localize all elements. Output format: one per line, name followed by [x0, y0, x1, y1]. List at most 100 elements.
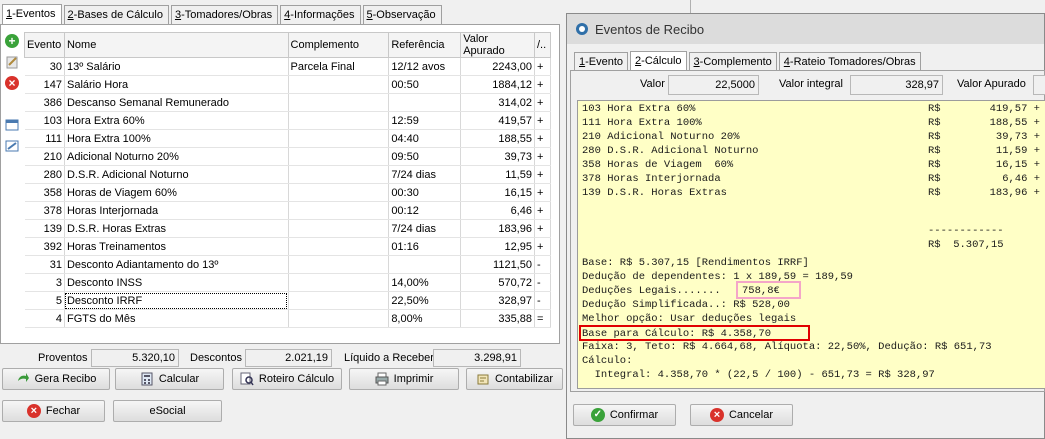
table-row[interactable]: 358 Horas de Viagem 60% 00:30 16,15 + [24, 183, 552, 202]
table-row[interactable]: 139 D.S.R. Horas Extras 7/24 dias 183,96 + [24, 219, 552, 238]
report-search-icon [240, 372, 254, 386]
table-row[interactable]: 280 D.S.R. Adicional Noturno 7/24 dias 11,5… [24, 165, 552, 184]
cell-evento: 30 [24, 57, 65, 76]
imprimir-button[interactable]: Imprimir [349, 368, 459, 390]
cell-evento: 280 [24, 165, 65, 184]
cell-complemento [288, 219, 390, 238]
cell-sinal: + [534, 165, 552, 184]
calc-item-currency: R$ [928, 117, 941, 129]
table-row[interactable]: 386 Descanso Semanal Remunerado 314,02 + [24, 93, 552, 112]
cell-complemento [288, 255, 390, 274]
cell-valor: 11,59 [460, 165, 535, 184]
esocial-button[interactable]: eSocial [113, 400, 222, 422]
col-nome[interactable]: Nome [63, 32, 289, 58]
cell-nome: Hora Extra 100% [64, 129, 289, 148]
tab-tomadores-obras[interactable]: 3-Tomadores/Obras [170, 5, 279, 24]
calc-dependentes: Dedução de dependentes: 1 x 189,59 = 189… [582, 271, 853, 283]
calc-item-currency: R$ [928, 187, 941, 199]
cell-nome: FGTS do Mês [64, 309, 289, 328]
tab-informacoes[interactable]: 4-Informações [280, 5, 361, 24]
tab-bases-calculo[interactable]: 2-Bases de Cálculo [63, 5, 169, 24]
cell-valor: 1884,12 [460, 75, 535, 94]
tab-calculo[interactable]: 2-Cálculo [630, 51, 687, 71]
tab-rateio[interactable]: 4-Rateio Tomadores/Obras [778, 52, 921, 71]
valor-field[interactable]: 22,5000 [668, 75, 759, 95]
calc-melhor-opcao: Melhor opção: Usar deduções legais [582, 313, 797, 325]
valor-label: Valor [640, 78, 665, 90]
calc-item-currency: R$ [928, 173, 941, 185]
liquido-value: 3.298,91 [433, 349, 521, 367]
table-row[interactable]: 5 Desconto IRRF 22,50% 328,97- [24, 291, 552, 310]
calc-deducoes-legais-value: 758,8€ [736, 281, 801, 299]
valor-integral-field[interactable]: 328,97 [850, 75, 943, 95]
cell-sinal: + [534, 219, 552, 238]
cell-nome: Horas de Viagem 60% [64, 183, 289, 202]
calc-item-desc: 280 D.S.R. Adicional Noturno [582, 145, 759, 157]
cell-valor: 570,72 [460, 273, 535, 292]
cell-referencia: 00:50 [388, 75, 462, 94]
cell-complemento [288, 75, 390, 94]
confirmar-button[interactable]: ✓ Confirmar [573, 404, 676, 426]
calc-item-amount: 188,55 + [989, 117, 1040, 129]
table-row[interactable]: 3 Desconto INSS 14,00% 570,72- [24, 273, 552, 292]
calc-item-amount: 6,46 + [1002, 173, 1040, 185]
table-row[interactable]: 392 Horas Treinamentos 01:16 12,95 + [24, 237, 552, 256]
cell-sinal: + [534, 183, 552, 202]
calc-item-amount: 11,59 + [995, 145, 1040, 157]
table-row[interactable]: 30 13º Salário Parcela Final 12/12 avos 2243… [24, 57, 552, 76]
gera-recibo-button[interactable]: Gera Recibo [2, 368, 110, 390]
table-row[interactable]: 210 Adicional Noturno 20% 09:50 39,73 + [24, 147, 552, 166]
cell-nome: D.S.R. Horas Extras [64, 219, 289, 238]
cell-complemento [288, 129, 390, 148]
fechar-button[interactable]: × Fechar [2, 400, 105, 422]
calc-item-amount: 419,57 + [989, 103, 1040, 115]
cell-referencia: 00:12 [388, 201, 462, 220]
view-tool-button[interactable] [3, 116, 21, 134]
calc-item-currency: R$ [928, 145, 941, 157]
cell-sinal: + [534, 237, 552, 256]
cell-sinal: + [534, 93, 552, 112]
cell-nome: Salário Hora [64, 75, 289, 94]
plus-icon: + [5, 34, 19, 48]
calcular-button[interactable]: Calcular [115, 368, 224, 390]
table-row[interactable]: 147 Salário Hora 00:50 1884,12 + [24, 75, 552, 94]
add-event-button[interactable]: + [3, 32, 21, 50]
roteiro-calculo-button[interactable]: Roteiro Cálculo [232, 368, 342, 390]
tab-observacao[interactable]: 5-Observação [362, 5, 442, 24]
table-row[interactable]: 111 Hora Extra 100% 04:40 188,55 + [24, 129, 552, 148]
delete-event-button[interactable]: × [3, 74, 21, 92]
calc-item-currency: R$ [928, 131, 941, 143]
descontos-label: Descontos [190, 352, 242, 364]
calc-item-desc: 378 Horas Interjornada [582, 173, 721, 185]
col-referencia[interactable]: Referência [388, 32, 462, 58]
col-sinal[interactable]: /.. [533, 32, 552, 58]
form-tool-button[interactable] [3, 137, 21, 155]
cell-valor: 328,97 [460, 291, 535, 310]
calc-item-amount: 183,96 + [989, 187, 1040, 199]
cell-sinal: + [534, 111, 552, 130]
cell-sinal: - [534, 273, 552, 292]
cell-evento: 210 [24, 147, 65, 166]
edit-event-button[interactable] [3, 53, 21, 71]
col-valor-apurado[interactable]: Valor Apurado [460, 32, 535, 58]
col-complemento[interactable]: Complemento [287, 32, 390, 58]
table-row[interactable]: 103 Hora Extra 60% 12:59 419,57 + [24, 111, 552, 130]
tab-eventos[interactable]: 1-Eventos [2, 4, 62, 24]
col-evento[interactable]: Evento [24, 32, 65, 58]
cell-nome: 13º Salário [64, 57, 289, 76]
contabilizar-button[interactable]: Contabilizar [466, 368, 563, 390]
calc-item-desc: 210 Adicional Noturno 20% [582, 131, 740, 143]
cell-nome: Desconto IRRF [64, 291, 289, 310]
table-row[interactable]: 4 FGTS do Mês 8,00% 335,88 = [24, 309, 552, 328]
table-row[interactable]: 378 Horas Interjornada 00:12 6,46 + [24, 201, 552, 220]
calc-faixa: Faixa: 3, Teto: R$ 4.664,68, Alíquota: 2… [582, 341, 992, 353]
valor-apurado-field[interactable] [1033, 75, 1045, 95]
tab-evento[interactable]: 1-Evento [574, 52, 629, 71]
tab-complemento[interactable]: 3-Complemento [688, 52, 777, 71]
table-row[interactable]: 31 Desconto Adiantamento do 13º 1121,50- [24, 255, 552, 274]
cell-valor: 16,15 [460, 183, 535, 202]
close-icon: × [26, 404, 41, 418]
cancelar-button[interactable]: × Cancelar [690, 404, 793, 426]
cell-referencia: 7/24 dias [388, 165, 462, 184]
calc-item-amount: 16,15 + [995, 159, 1040, 171]
